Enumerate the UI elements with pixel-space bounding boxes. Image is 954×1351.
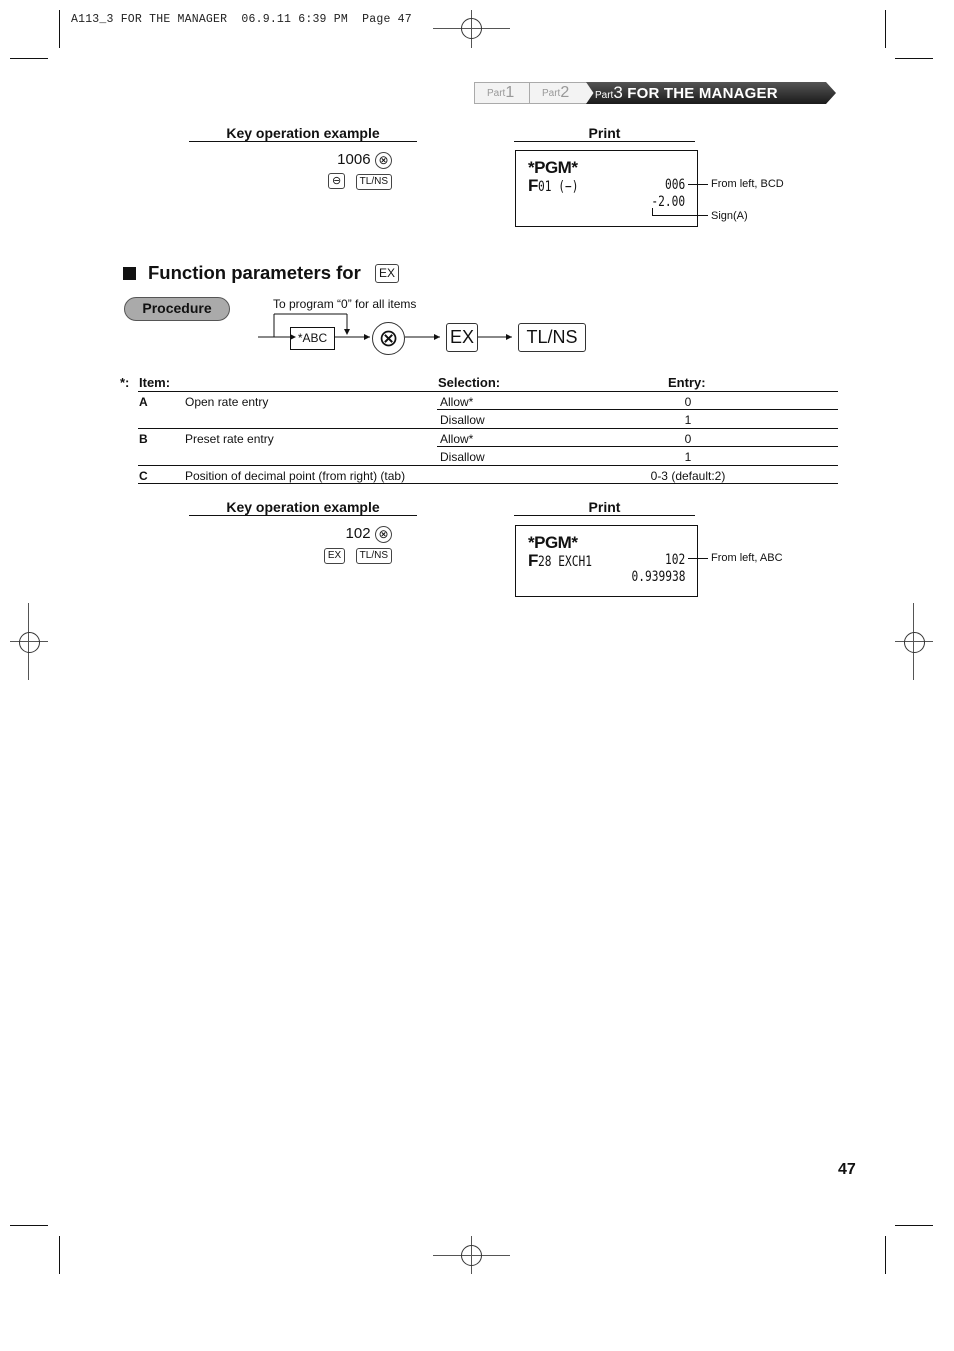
crop-mark (10, 58, 48, 59)
receipt-line1-left: F28 EXCH1 (528, 551, 605, 571)
table-marker: *: (120, 375, 130, 390)
key-operation-heading: Key operation example (226, 125, 380, 141)
row-code: A (139, 395, 148, 409)
heading-underline (514, 515, 695, 516)
ex-key: EX (323, 548, 346, 564)
heading-underline (189, 141, 417, 142)
receipt-line1-left: F01 (−) (528, 176, 588, 196)
abc-entry-box: *ABC (290, 327, 335, 350)
print-heading: Print (588, 499, 621, 515)
arrow-icon (344, 329, 350, 335)
page-number: 47 (838, 1161, 856, 1178)
row-entry: 0 (684, 395, 692, 409)
ex-key: EX (375, 264, 400, 283)
receipt-line1-right: 102 (664, 552, 685, 568)
loop-note: To program “0” for all items (273, 297, 417, 311)
receipt-header: *PGM* (528, 533, 578, 552)
leader-line (688, 184, 708, 185)
part2-tab[interactable]: Part2 (529, 82, 595, 104)
crop-mark (895, 58, 933, 59)
receipt-print-sample: *PGM* F28 EXCH1 102 0.939938 (515, 525, 698, 597)
part2-prefix: Part (542, 88, 561, 99)
crop-mark (895, 1225, 933, 1226)
part2-number: 2 (560, 84, 570, 101)
receipt-f-code: F (528, 176, 538, 195)
tlns-key: TL/NS (355, 548, 392, 564)
table-rule (437, 446, 838, 447)
row-entry: 0-3 (default:2) (650, 469, 726, 483)
table-rule (437, 409, 838, 410)
header-item: Item: (139, 375, 171, 390)
crop-mark (59, 10, 60, 48)
row-item: Open rate entry (185, 395, 269, 409)
table-rule (138, 465, 838, 466)
tlns-key: TL/NS (355, 174, 392, 190)
receipt-line1-right: 006 (664, 177, 685, 193)
multiply-icon: ⊗ (378, 325, 399, 352)
tlns-key-large: TL/NS (518, 323, 586, 352)
receipt-line2-right: -2.00 (651, 194, 685, 210)
row-code: C (139, 469, 148, 483)
section-bullet (123, 267, 136, 280)
crop-mark (59, 1236, 60, 1274)
multiply-key: ⊗ (375, 152, 392, 169)
receipt-function: 01 (−) (537, 179, 579, 195)
row-entry: 0 (684, 432, 692, 446)
part-navigation: Part1 Part2 Part3 FOR THE MANAGER (474, 82, 838, 104)
annotation-abc: From left, ABC (711, 552, 783, 564)
annotation-bcd: From left, BCD (711, 178, 784, 190)
multiply-key-large: ⊗ (372, 322, 405, 355)
row-code: B (139, 432, 148, 446)
row-selection: Disallow (440, 413, 485, 427)
part1-number: 1 (505, 84, 515, 101)
heading-underline (514, 141, 695, 142)
header-entry: Entry: (668, 375, 706, 390)
receipt-f-code: F (528, 551, 538, 570)
table-rule (138, 391, 838, 392)
ex-key-large: EX (446, 323, 478, 352)
receipt-line2-right: 0.939938 (631, 569, 685, 585)
header-selection: Selection: (438, 375, 501, 390)
row-item: Preset rate entry (185, 432, 274, 446)
part3-tab[interactable]: Part3 FOR THE MANAGER (586, 82, 836, 104)
part3-title: FOR THE MANAGER (627, 85, 778, 102)
multiply-key: ⊗ (375, 526, 392, 543)
heading-underline (189, 515, 417, 516)
crop-mark (10, 1225, 48, 1226)
row-selection: Allow* (440, 432, 474, 446)
arrow-icon (506, 334, 512, 340)
entry-number: 102 (345, 525, 371, 542)
row-selection: Disallow (440, 450, 485, 464)
key-sequence: 1006 ⊗ ⊖ TL/NS (300, 151, 392, 190)
leader-line (688, 558, 708, 559)
procedure-label: Procedure (124, 297, 230, 321)
row-entry: 1 (684, 413, 692, 427)
row-entry: 1 (684, 450, 692, 464)
leader-line (652, 215, 708, 216)
section-title: Function parameters for (148, 262, 361, 283)
part3-number: 3 (613, 83, 623, 102)
receipt-function: 28 EXCH1 (537, 554, 592, 570)
arrow-icon (364, 334, 370, 340)
row-item: Position of decimal point (from right) (… (185, 469, 406, 483)
receipt-header: *PGM* (528, 158, 578, 177)
crop-mark (885, 10, 886, 48)
entry-number: 1006 (337, 151, 371, 168)
table-rule (138, 483, 838, 484)
annotation-sign: Sign(A) (711, 210, 748, 222)
row-selection: Allow* (440, 395, 474, 409)
arrow-icon (434, 334, 440, 340)
table-rule (138, 428, 838, 429)
print-slug: A113_3 FOR THE MANAGER 06.9.11 6:39 PM P… (71, 13, 412, 26)
part3-prefix: Part (595, 90, 614, 101)
print-heading: Print (588, 125, 621, 141)
key-operation-heading: Key operation example (226, 499, 380, 515)
key-sequence: 102 ⊗ EX TL/NS (300, 525, 392, 564)
crop-mark (885, 1236, 886, 1274)
minus-key: ⊖ (327, 173, 346, 189)
part1-prefix: Part (487, 88, 506, 99)
